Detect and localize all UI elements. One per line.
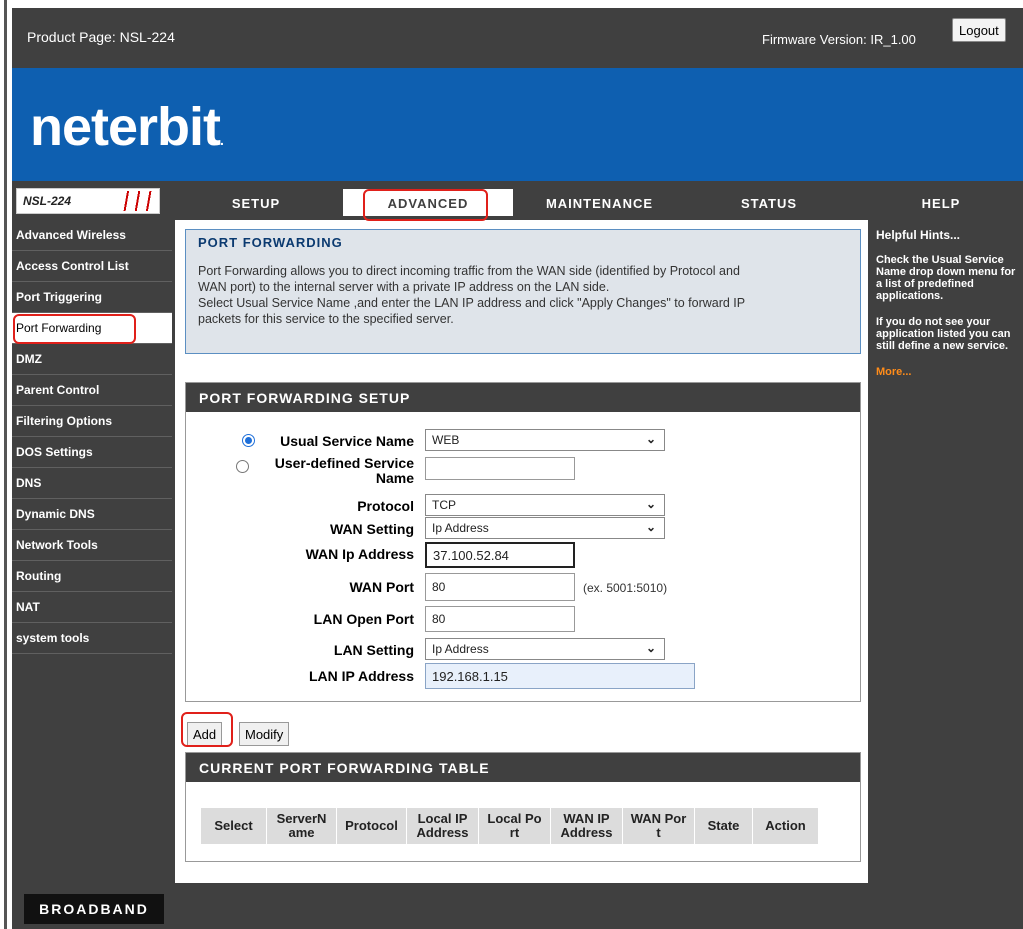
user-defined-row: User-defined Service Name (186, 455, 862, 491)
sidebar-item-port-triggering[interactable]: Port Triggering (12, 282, 172, 313)
left-edge (0, 0, 10, 929)
intro-text: Port Forwarding allows you to direct inc… (198, 264, 746, 326)
tab-setup[interactable]: SETUP (174, 188, 338, 216)
table-title: CURRENT PORT FORWARDING TABLE (186, 753, 860, 782)
lan-ip-label: LAN IP Address (308, 668, 414, 684)
user-defined-service-input[interactable] (425, 457, 575, 480)
column-header: Protocol (336, 807, 407, 845)
sidebar-item-nat[interactable]: NAT (12, 592, 172, 623)
sidebar-item-parent-control[interactable]: Parent Control (12, 375, 172, 406)
tab-help[interactable]: HELP (859, 188, 1023, 216)
column-header: WAN IP Address (550, 807, 623, 845)
intro-title: PORT FORWARDING (186, 230, 860, 255)
modify-button[interactable]: Modify (239, 722, 290, 746)
product-page-label: Product Page: NSL-224 (27, 29, 175, 45)
lan-open-port-input[interactable] (425, 606, 575, 632)
sidebar: Advanced Wireless Access Control List Po… (12, 220, 172, 654)
hint-text-2: If you do not see your application liste… (876, 316, 1011, 352)
wan-port-label: WAN Port (349, 579, 414, 595)
lan-setting-label: LAN Setting (333, 642, 414, 658)
tab-maintenance[interactable]: MAINTENANCE (517, 188, 682, 216)
hints-title: Helpful Hints... (876, 228, 960, 242)
protocol-label: Protocol (357, 498, 414, 514)
chevron-down-icon: ⌄ (645, 641, 656, 655)
sidebar-item-access-control-list[interactable]: Access Control List (12, 251, 172, 282)
stripes-graphic (122, 191, 156, 211)
user-defined-label: User-defined Service Name (274, 455, 414, 486)
lan-open-port-row: LAN Open Port (186, 606, 862, 632)
usual-service-row: Usual Service Name WEB ⌄ (186, 429, 862, 453)
setup-panel: PORT FORWARDING SETUP Usual Service Name… (185, 382, 861, 702)
chevron-down-icon: ⌄ (645, 497, 656, 511)
table-header-row: Select ServerN ame Protocol Local IP Addre… (200, 807, 819, 845)
port-forwarding-table-panel: CURRENT PORT FORWARDING TABLE Select Ser… (185, 752, 861, 862)
tab-advanced[interactable]: ADVANCED (343, 188, 513, 216)
lan-setting-row: LAN Setting Ip Address ⌄ (186, 638, 862, 662)
user-defined-radio[interactable] (236, 460, 249, 473)
sidebar-item-system-tools[interactable]: system tools (12, 623, 172, 654)
column-header: Select (200, 807, 267, 845)
wan-setting-row: WAN Setting Ip Address ⌄ (186, 517, 862, 541)
model-label: NSL-224 (23, 194, 72, 208)
wan-ip-row: WAN Ip Address (186, 542, 862, 568)
more-link[interactable]: More... (876, 366, 911, 378)
column-header: Local Po rt (478, 807, 551, 845)
lan-ip-row: LAN IP Address (186, 663, 862, 689)
protocol-select[interactable]: TCP ⌄ (425, 494, 665, 516)
lan-setting-select[interactable]: Ip Address ⌄ (425, 638, 665, 660)
column-header: Action (752, 807, 819, 845)
chevron-down-icon: ⌄ (645, 520, 656, 534)
sidebar-item-network-tools[interactable]: Network Tools (12, 530, 172, 561)
port-forwarding-table: Select ServerN ame Protocol Local IP Addre… (200, 807, 819, 845)
sidebar-item-port-forwarding[interactable]: Port Forwarding (12, 313, 172, 344)
setup-title: PORT FORWARDING SETUP (186, 383, 860, 412)
lan-ip-input[interactable] (425, 663, 695, 689)
sidebar-item-dmz[interactable]: DMZ (12, 344, 172, 375)
usual-service-select[interactable]: WEB ⌄ (425, 429, 665, 451)
brand-banner: neterbit. (12, 68, 1023, 181)
add-button[interactable]: Add (187, 722, 223, 746)
column-header: ServerN ame (266, 807, 337, 845)
sidebar-item-dos-settings[interactable]: DOS Settings (12, 437, 172, 468)
wan-ip-label: WAN Ip Address (305, 546, 414, 562)
wan-setting-select[interactable]: Ip Address ⌄ (425, 517, 665, 539)
protocol-row: Protocol TCP ⌄ (186, 494, 862, 518)
usual-service-label: Usual Service Name (280, 433, 414, 449)
wan-port-hint: (ex. 5001:5010) (583, 581, 668, 595)
sidebar-item-dns[interactable]: DNS (12, 468, 172, 499)
usual-service-radio[interactable] (242, 434, 255, 447)
wan-ip-input[interactable] (425, 542, 575, 568)
lan-open-port-label: LAN Open Port (313, 611, 414, 627)
sidebar-item-routing[interactable]: Routing (12, 561, 172, 592)
firmware-version: Firmware Version: IR_1.00 (762, 32, 916, 47)
helpful-hints-panel: Helpful Hints... Check the Usual Service… (870, 220, 1023, 883)
wan-setting-label: WAN Setting (330, 521, 414, 537)
neterbit-logo: neterbit. (30, 97, 224, 157)
sidebar-item-advanced-wireless[interactable]: Advanced Wireless (12, 220, 172, 251)
column-header: WAN Por t (622, 807, 695, 845)
column-header: State (694, 807, 753, 845)
top-bar: Product Page: NSL-224 Firmware Version: … (12, 8, 1023, 66)
hint-text-1: Check the Usual Service Name drop down m… (876, 254, 1016, 302)
sidebar-item-filtering-options[interactable]: Filtering Options (12, 406, 172, 437)
wan-port-row: WAN Port (ex. 5001:5010) (186, 573, 862, 601)
logout-button[interactable]: Logout (952, 18, 1006, 42)
tab-status[interactable]: STATUS (686, 188, 852, 216)
sidebar-item-dynamic-dns[interactable]: Dynamic DNS (12, 499, 172, 530)
intro-panel: PORT FORWARDING Port Forwarding allows y… (185, 229, 861, 354)
wan-port-input[interactable] (425, 573, 575, 601)
column-header: Local IP Address (406, 807, 479, 845)
broadband-logo: BROADBAND (24, 894, 164, 924)
chevron-down-icon: ⌄ (645, 432, 656, 446)
model-badge: NSL-224 (16, 188, 160, 214)
